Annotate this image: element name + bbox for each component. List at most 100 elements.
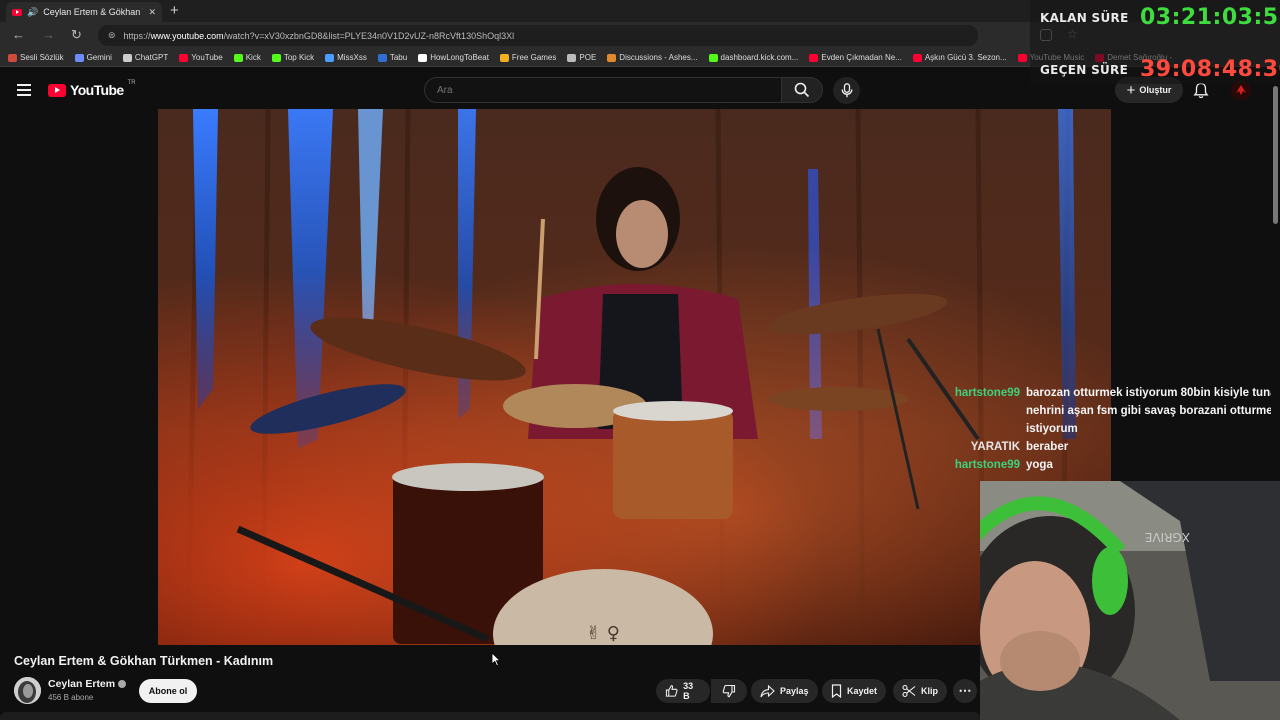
- subscribe-button[interactable]: Abone ol: [139, 679, 197, 703]
- chat-message: hartstone99 barozan otturmek istiyorum 80…: [946, 384, 1280, 438]
- create-label: Oluştur: [1139, 85, 1172, 95]
- plus-icon: +: [1126, 81, 1136, 99]
- new-tab-button[interactable]: +: [170, 2, 179, 19]
- stream-chat-overlay: hartstone99 barozan otturmek istiyorum 80…: [946, 384, 1280, 474]
- channel-name-text: Ceylan Ertem: [48, 678, 116, 690]
- video-player[interactable]: ✌ ♀: [158, 109, 1111, 645]
- chat-username: hartstone99: [954, 387, 1020, 399]
- bookmark-item[interactable]: Free Games: [499, 53, 557, 62]
- bookmark-item[interactable]: Tabu: [377, 53, 408, 62]
- reload-button[interactable]: ↻: [71, 27, 82, 43]
- bookmark-favicon-icon: [377, 53, 387, 62]
- chat-text: beraber: [1026, 441, 1069, 453]
- search-box[interactable]: [424, 77, 782, 103]
- svg-text:✌ ♀: ✌ ♀: [586, 623, 620, 644]
- bookmark-item[interactable]: MissXss: [325, 53, 367, 62]
- bookmark-favicon-icon: [74, 53, 84, 62]
- share-label: Paylaş: [780, 686, 809, 696]
- bookmark-item[interactable]: Sesli Sözlük: [8, 53, 64, 62]
- search-input[interactable]: [425, 78, 781, 102]
- like-count: 33 B: [683, 681, 694, 701]
- subscriber-count: 456 B abone: [48, 693, 94, 702]
- url-input[interactable]: ⊜ https://www.youtube.com/watch?v=xV30xz…: [98, 25, 978, 46]
- bookmark-favicon-icon: [912, 53, 922, 62]
- save-label: Kaydet: [847, 686, 878, 696]
- channel-name[interactable]: Ceylan Ertem: [48, 678, 127, 690]
- bookmark-item[interactable]: Kick: [233, 53, 261, 62]
- like-button[interactable]: 33 B: [656, 679, 710, 703]
- bookmark-item[interactable]: ChatGPT: [122, 53, 169, 62]
- bookmark-label: Gemini: [86, 53, 112, 62]
- bookmark-label: POE: [579, 53, 597, 62]
- mouse-cursor-icon: [491, 652, 501, 667]
- youtube-favicon-icon: [12, 8, 22, 16]
- bookmark-label: Tabu: [389, 53, 408, 62]
- search-button[interactable]: [781, 77, 823, 103]
- search-icon: [794, 82, 810, 98]
- dislike-button[interactable]: [711, 679, 747, 703]
- back-button[interactable]: ←: [12, 27, 25, 42]
- bookmark-label: Evden Çıkmadan Ne...: [821, 53, 902, 62]
- bookmark-label: Discussions - Ashes...: [619, 53, 698, 62]
- bookmark-favicon-icon: [179, 53, 189, 62]
- bookmark-label: dashboard.kick.com...: [720, 53, 799, 62]
- bookmark-item[interactable]: POE: [567, 53, 596, 62]
- more-horizontal-icon: ⋯: [958, 683, 972, 698]
- browser-tab[interactable]: 🔊 Ceylan Ertem & Gökhan Türk ✕: [6, 2, 162, 22]
- remaining-label: KALAN SÜRE: [1040, 11, 1129, 25]
- bookmark-item[interactable]: Aşkın Gücü 3. Sezon...: [912, 53, 1007, 62]
- description-box-edge: [0, 712, 980, 720]
- bookmark-item[interactable]: Discussions - Ashes...: [607, 53, 698, 62]
- bookmark-label: MissXss: [337, 53, 367, 62]
- bookmark-favicon-icon: [8, 53, 17, 62]
- bookmark-label: Sesli Sözlük: [20, 53, 64, 62]
- bookmark-item[interactable]: YouTube: [179, 53, 223, 62]
- bookmark-icon: [831, 684, 842, 698]
- more-actions-button[interactable]: ⋯: [953, 679, 977, 703]
- bookmark-item[interactable]: Evden Çıkmadan Ne...: [809, 53, 902, 62]
- bookmark-favicon-icon: [499, 53, 509, 62]
- clip-label: Klip: [921, 686, 938, 696]
- url-text: https://www.youtube.com/watch?v=xV30xzbn…: [123, 30, 515, 41]
- clip-button[interactable]: Klip: [893, 679, 947, 703]
- notifications-button[interactable]: [1193, 82, 1209, 104]
- bell-icon: [1193, 82, 1209, 99]
- bookmark-label: ChatGPT: [134, 53, 169, 62]
- site-info-icon[interactable]: ⊜: [108, 30, 116, 41]
- elapsed-label: GEÇEN SÜRE: [1040, 63, 1129, 77]
- close-tab-icon[interactable]: ✕: [148, 7, 156, 18]
- thumbs-up-icon: [665, 685, 678, 697]
- save-button[interactable]: Kaydet: [822, 679, 887, 703]
- bookmark-favicon-icon: [325, 53, 335, 62]
- share-arrow-icon: [760, 684, 775, 697]
- chat-text: barozan otturmek istiyorum 80bin kisiyle…: [1026, 387, 1280, 435]
- bookmark-item[interactable]: dashboard.kick.com...: [708, 53, 799, 62]
- bookmark-label: Free Games: [511, 53, 557, 62]
- share-button[interactable]: Paylaş: [751, 679, 818, 703]
- channel-avatar[interactable]: [14, 677, 41, 704]
- bookmark-favicon-icon: [567, 53, 577, 62]
- bookmark-favicon-icon: [607, 53, 617, 62]
- stream-timer-overlay: KALAN SÜRE 03:21:03:58 GEÇEN SÜRE 39:08:…: [1030, 0, 1280, 84]
- bookmark-favicon-icon: [418, 53, 428, 62]
- voice-search-button[interactable]: [833, 77, 860, 104]
- bookmark-favicon-icon: [122, 53, 132, 62]
- bookmark-item[interactable]: Top Kick: [271, 53, 314, 62]
- chat-message: YARATIK beraber: [946, 438, 1280, 456]
- menu-icon[interactable]: [17, 84, 31, 96]
- bookmark-label: Aşkın Gücü 3. Sezon...: [924, 53, 1007, 62]
- bookmark-favicon-icon: [1017, 53, 1027, 62]
- youtube-logo[interactable]: YouTube TR: [48, 80, 136, 98]
- chat-username: hartstone99: [954, 459, 1020, 471]
- svg-text:XGRIVE: XGRIVE: [1145, 530, 1190, 544]
- bookmark-item[interactable]: Gemini: [74, 53, 112, 62]
- scrollbar-thumb[interactable]: [1273, 86, 1278, 224]
- forward-button[interactable]: →: [42, 27, 55, 42]
- scissors-icon: [902, 684, 916, 698]
- webcam-overlay: XGRIVE: [980, 481, 1280, 720]
- chat-text: yoga: [1026, 459, 1053, 471]
- bookmark-item[interactable]: HowLongToBeat: [418, 53, 489, 62]
- remaining-value: 03:21:03:58: [1140, 5, 1280, 30]
- region-code: TR: [127, 80, 136, 86]
- speaker-icon[interactable]: 🔊: [27, 7, 38, 18]
